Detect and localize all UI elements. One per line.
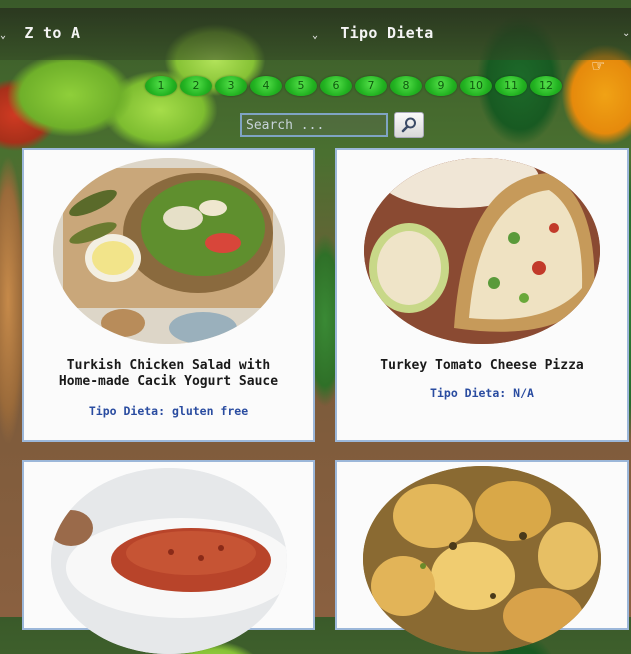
chevron-down-icon: ⌄ [0,30,7,41]
page-button-6[interactable]: 6 [320,76,352,96]
recipe-photo [364,158,600,344]
diet-value: gluten free [171,404,249,418]
recipe-image[interactable] [363,466,601,652]
page-button-7[interactable]: 7 [355,76,387,96]
page-button-11[interactable]: 11 [495,76,527,96]
search-input[interactable] [240,113,388,137]
page-button-10[interactable]: 10 [460,76,492,96]
recipe-title[interactable]: Turkish Chicken Salad with Home-made Cac… [24,358,313,390]
page-button-3[interactable]: 3 [215,76,247,96]
diet-label: Tipo Dieta: [88,404,166,418]
chevron-down-icon: ⌄ [312,30,319,41]
page-button-4[interactable]: 4 [250,76,282,96]
search-button[interactable] [394,112,424,138]
page-button-12[interactable]: 12 [530,76,562,96]
diet-label: Tipo Dieta: [430,386,507,400]
recipe-diet-type: Tipo Dieta: gluten free [24,404,313,418]
recipe-card[interactable] [22,460,315,654]
diet-value: N/A [513,386,534,400]
recipe-card[interactable]: Turkish Chicken Salad with Home-made Cac… [22,148,315,442]
pagination: 1 2 3 4 5 6 7 8 9 10 11 12 [145,76,562,96]
recipe-diet-type: Tipo Dieta: N/A [337,386,627,400]
sort-select-value: Z to A [24,24,81,42]
recipe-card[interactable] [335,460,629,652]
recipe-photo [50,468,287,654]
diet-type-select[interactable]: ⌄ Tipo Dieta [312,24,434,42]
recipe-photo [363,466,601,652]
recipe-photo [52,158,285,344]
recipe-title[interactable]: Turkey Tomato Cheese Pizza [337,358,627,374]
recipe-image[interactable] [52,158,285,344]
page-button-5[interactable]: 5 [285,76,317,96]
page-button-8[interactable]: 8 [390,76,422,96]
search-bar [240,112,424,138]
page-button-2[interactable]: 2 [180,76,212,96]
recipe-image[interactable] [50,468,287,654]
chevron-down-icon[interactable]: ⌄ [622,28,630,39]
mouse-cursor-icon: ☞ [591,56,606,75]
search-icon [401,117,416,133]
recipe-image[interactable] [364,158,600,344]
diet-select-value: Tipo Dieta [340,24,434,42]
page-button-9[interactable]: 9 [425,76,457,96]
sort-select[interactable]: ⌄ Z to A [0,24,80,42]
recipe-card[interactable]: Turkey Tomato Cheese Pizza Tipo Dieta: N… [335,148,629,442]
page-button-1[interactable]: 1 [145,76,177,96]
